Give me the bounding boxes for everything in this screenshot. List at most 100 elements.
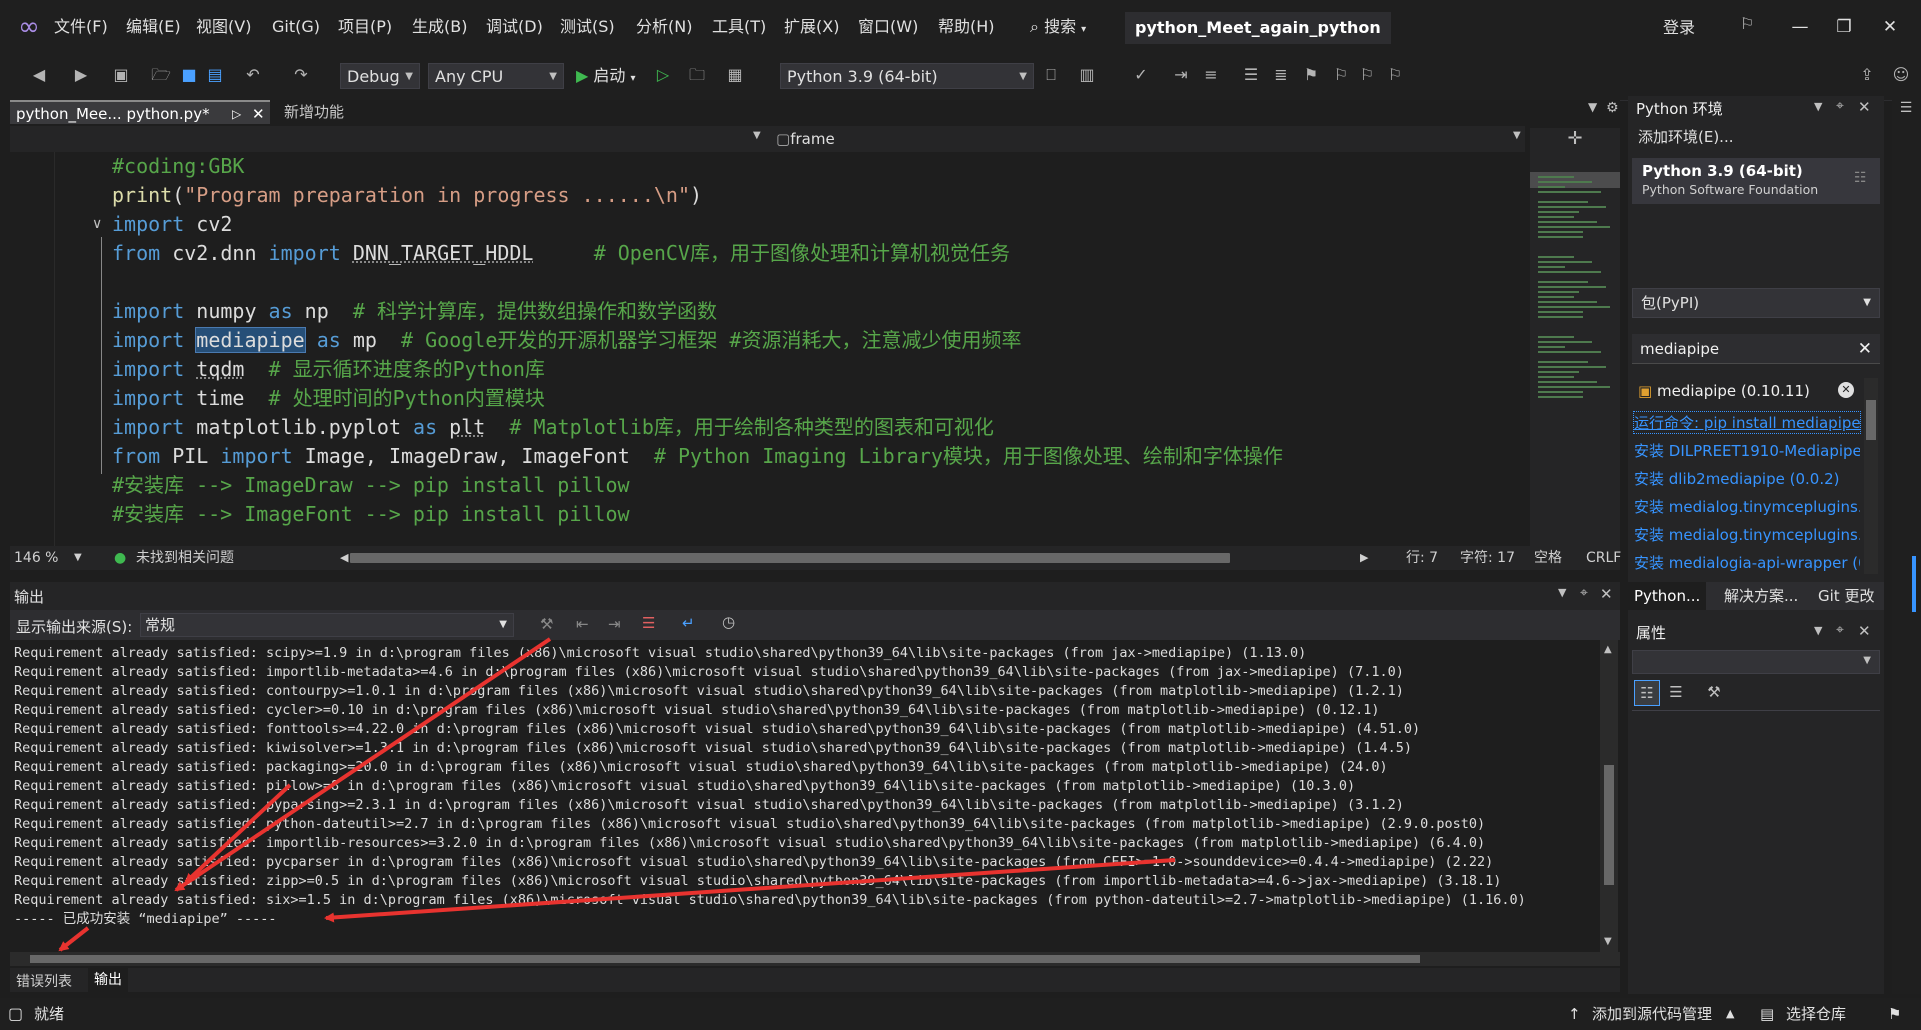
menu-item[interactable]: 编辑(E) (126, 14, 181, 40)
prev-message-icon[interactable]: ⇤ (576, 615, 589, 633)
environment-options-icon[interactable]: ☷ (1854, 170, 1867, 186)
notifications-tab-icon[interactable]: ☰ (1898, 100, 1914, 116)
uninstall-icon[interactable]: ✕ (1838, 382, 1854, 398)
bookmark-icon[interactable]: ⚑ (1300, 64, 1322, 86)
zoom-dropdown-icon[interactable]: ▼ (74, 546, 82, 570)
package-suggestion[interactable]: 安装 DILPREET1910-Mediapipe (0 (1634, 440, 1860, 461)
scroll-up-icon[interactable]: ▲ (1604, 644, 1612, 655)
environment-item[interactable]: Python 3.9 (64-bit) Python Software Foun… (1632, 158, 1880, 204)
close-tab-icon[interactable]: ✕ (252, 102, 265, 126)
menu-item[interactable]: 帮助(H) (938, 14, 995, 40)
alphabetical-icon[interactable]: ☰ (1664, 680, 1688, 704)
clear-search-icon[interactable]: ✕ (1858, 334, 1872, 364)
restore-button[interactable]: ❐ (1824, 12, 1864, 42)
add-environment-link[interactable]: 添加环境(E)... (1638, 126, 1734, 147)
menu-item[interactable]: 生成(B) (412, 14, 467, 40)
menu-item[interactable]: 测试(S) (560, 14, 615, 40)
tab-python-file[interactable]: python_Mee... python.py* ▷ ✕ (10, 100, 270, 124)
run-command-link[interactable]: 运行命令: pip install mediapipe (1633, 411, 1861, 434)
window-layout-icon[interactable]: ▥ (1076, 64, 1098, 86)
collapse-chevron-icon[interactable]: ∨ (92, 216, 102, 232)
menu-item[interactable]: 视图(V) (196, 14, 251, 40)
clear-all-icon[interactable]: ☰ (642, 614, 655, 632)
issues-status[interactable]: 未找到相关问题 (136, 546, 234, 570)
package-suggestion[interactable]: 安装 medialog.tinymceplugins.he (1634, 496, 1860, 517)
tab-list-icon[interactable]: ▼ (1588, 100, 1597, 114)
find-message-icon[interactable]: ⚒ (540, 615, 553, 633)
close-window-button[interactable]: ✕ (1870, 12, 1910, 42)
code-line[interactable]: import mediapipe as mp # Google开发的开源机器学习… (112, 326, 1021, 355)
whitespace-indicator[interactable]: 空格 (1534, 546, 1562, 570)
nav-member-dropdown[interactable]: ▢frame (776, 128, 835, 150)
output-horizontal-thumb[interactable] (30, 955, 1420, 963)
code-line[interactable]: import matplotlib.pyplot as plt # Matplo… (112, 413, 994, 442)
tab-solution-explorer[interactable]: 解决方案... (1724, 582, 1798, 610)
properties-close-icon[interactable]: ✕ (1858, 622, 1871, 640)
package-suggestion[interactable]: 安装 dlib2mediapipe (0.0.2) (1634, 468, 1860, 489)
output-vertical-thumb[interactable] (1604, 765, 1614, 885)
package-search-input[interactable]: mediapipe ✕ (1632, 334, 1880, 364)
search-box[interactable]: ⌕ 搜索 ▾ (1030, 13, 1086, 41)
code-line[interactable]: import time # 处理时间的Python内置模块 (112, 384, 545, 413)
undo-icon[interactable]: ↶ (242, 64, 264, 86)
settings-gear-icon[interactable]: ⚙ (1606, 100, 1619, 116)
menu-item[interactable]: 工具(T) (712, 14, 766, 40)
start-without-debug-icon[interactable]: ▷ (652, 64, 674, 86)
new-project-icon[interactable]: ▣ (110, 64, 132, 86)
align-icon[interactable]: ☰ (1240, 64, 1262, 86)
minimize-button[interactable]: — (1780, 12, 1820, 42)
split-editor-icon[interactable]: ✛ (1530, 128, 1620, 152)
code-line[interactable]: #coding:GBK (112, 152, 244, 181)
start-button[interactable]: ▶ 启动 ▾ (576, 63, 636, 89)
output-source-dropdown[interactable]: 常规 ▼ (140, 613, 514, 637)
line-ending-indicator[interactable]: CRLF (1586, 546, 1621, 570)
scroll-left-icon[interactable]: ◀ (340, 546, 348, 570)
tab-error-list[interactable]: 错误列表 (16, 971, 72, 991)
char-indicator[interactable]: 字符: 17 (1460, 546, 1515, 570)
pin-icon[interactable]: ▷ (232, 102, 241, 126)
close-panel-icon[interactable]: ✕ (1600, 585, 1613, 603)
panel-menu-icon[interactable]: ▼ (1558, 586, 1566, 599)
menu-item[interactable]: Git(G) (272, 14, 320, 40)
save-icon[interactable]: ■ (178, 64, 200, 86)
python-env-pin-icon[interactable]: ⌖ (1836, 98, 1844, 114)
menu-item[interactable]: 调试(D) (486, 14, 543, 40)
zoom-level[interactable]: 146 % (14, 546, 58, 570)
categorized-icon[interactable]: ☷ (1634, 680, 1660, 706)
pin-panel-icon[interactable]: ⌖ (1580, 585, 1588, 601)
properties-menu-icon[interactable]: ▼ (1814, 624, 1822, 637)
spellcheck-icon[interactable]: ✓ (1130, 64, 1152, 86)
menu-item[interactable]: 扩展(X) (784, 14, 839, 40)
nav-member-chevron-icon[interactable]: ▼ (1513, 130, 1521, 141)
feedback-icon[interactable]: ☺ (1890, 64, 1912, 86)
save-all-icon[interactable]: ▤ (204, 64, 226, 86)
tab-output[interactable]: 输出 (88, 968, 128, 992)
code-line[interactable]: from PIL import Image, ImageDraw, ImageF… (112, 442, 1283, 471)
timestamp-clock-icon[interactable]: ◷ (722, 613, 735, 631)
tab-git-changes[interactable]: Git 更改 (1818, 582, 1874, 610)
forward-icon[interactable]: ▶ (70, 64, 92, 86)
share-user-icon[interactable]: ⚐ (1740, 14, 1754, 33)
indent-icon[interactable]: ⇥ (1170, 64, 1192, 86)
scroll-right-icon[interactable]: ▶ (1360, 546, 1368, 570)
clear-bookmarks-icon[interactable]: ⚐ (1384, 64, 1406, 86)
login-button[interactable]: 登录 (1663, 14, 1695, 38)
platform-dropdown[interactable]: Any CPU ▼ (428, 63, 564, 89)
package-source-dropdown[interactable]: 包(PyPI) ▼ (1632, 288, 1880, 318)
add-source-chevron-icon[interactable]: ▲ (1726, 998, 1734, 1030)
redo-icon[interactable]: ↷ (290, 64, 312, 86)
menu-item[interactable]: 窗口(W) (858, 14, 918, 40)
menu-item[interactable]: 项目(P) (338, 14, 392, 40)
code-line[interactable]: #安装库 --> ImageDraw --> pip install pillo… (112, 471, 630, 500)
comment-icon[interactable]: ≡ (1200, 64, 1222, 86)
nav-scope-dropdown-icon[interactable]: ▼ (753, 130, 761, 141)
python-environment-dropdown[interactable]: Python 3.9 (64-bit) ▼ (780, 63, 1034, 89)
layout-icon[interactable]: ▦ (724, 64, 746, 86)
code-line[interactable]: import cv2 (112, 210, 232, 239)
back-icon[interactable]: ◀ (28, 64, 50, 86)
word-wrap-icon[interactable]: ↵ (682, 614, 695, 632)
code-line[interactable]: import numpy as np # 科学计算库，提供数组操作和数学函数 (112, 297, 717, 326)
menu-item[interactable]: 分析(N) (636, 14, 692, 40)
python-env-close-icon[interactable]: ✕ (1858, 98, 1871, 116)
visual-studio-logo-icon[interactable]: ∞ (14, 12, 44, 42)
